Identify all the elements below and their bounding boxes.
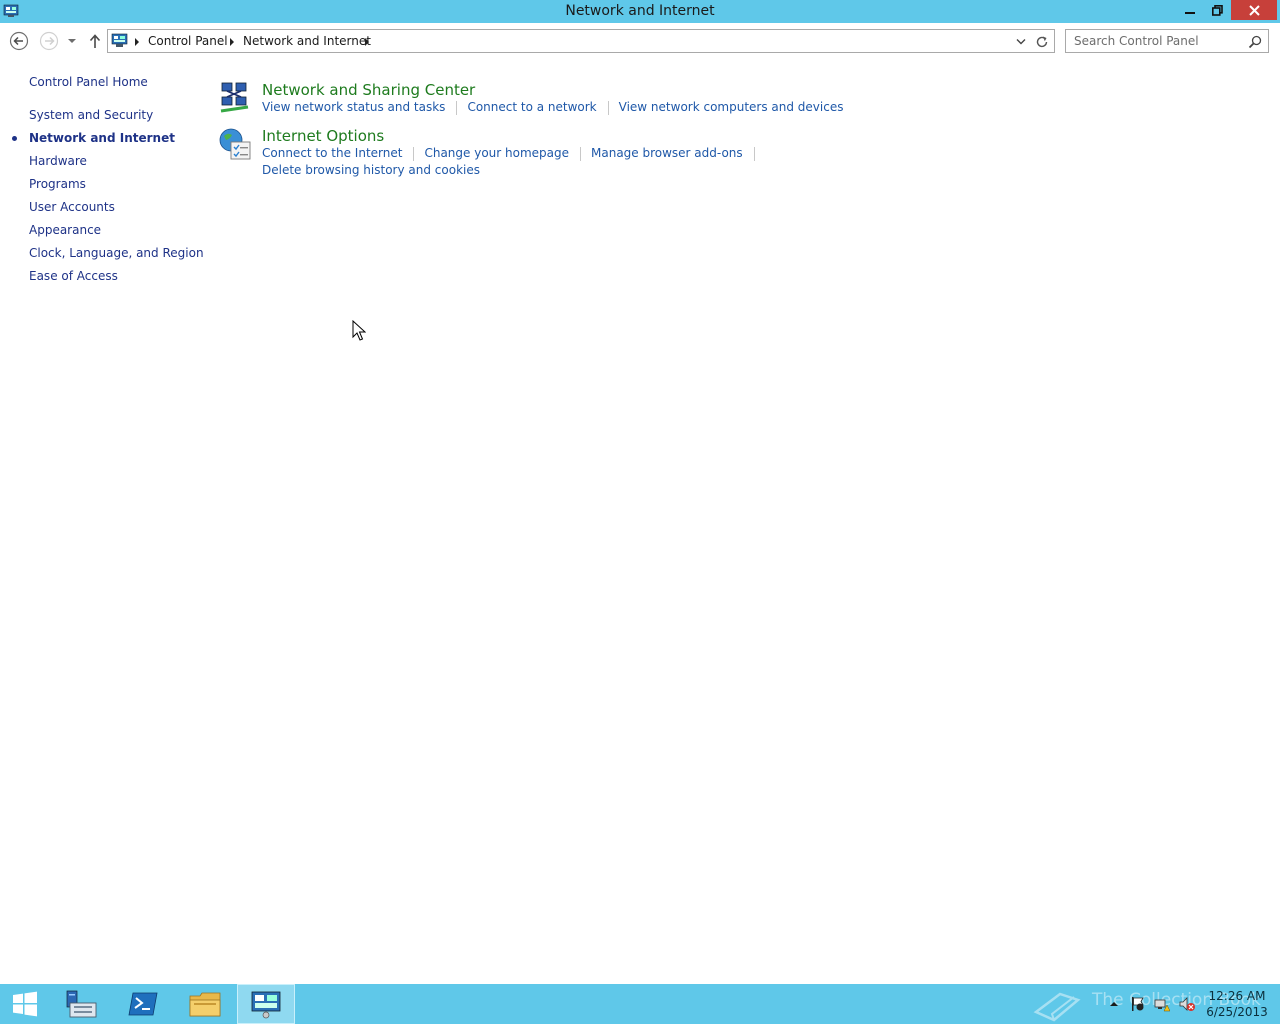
network-sharing-icon[interactable] — [218, 81, 252, 115]
mouse-cursor-icon — [352, 319, 367, 342]
back-arrow-icon — [9, 31, 29, 51]
connect-to-internet-link[interactable]: Connect to the Internet — [262, 146, 402, 160]
taskbar-file-explorer[interactable] — [176, 984, 234, 1024]
restore-icon — [1211, 4, 1223, 16]
search-box[interactable] — [1065, 29, 1269, 53]
window-title: Network and Internet — [565, 3, 715, 19]
nav-appearance[interactable]: Appearance — [29, 223, 101, 237]
chevron-up-icon — [1110, 1002, 1118, 1006]
start-icon — [13, 991, 37, 1017]
task-divider — [456, 100, 458, 115]
taskbar-control-panel[interactable] — [237, 984, 295, 1024]
clock-time: 12:26 AM — [1208, 989, 1266, 1003]
breadcrumb-control-panel[interactable]: Control Panel — [148, 34, 228, 48]
taskbar-server-manager[interactable] — [52, 984, 110, 1024]
volume-muted-icon — [1179, 997, 1195, 1011]
network-sharing-center-link[interactable]: Network and Sharing Center — [262, 81, 475, 99]
tray-action-center[interactable] — [1128, 984, 1148, 1024]
back-button[interactable] — [9, 31, 29, 51]
search-input[interactable] — [1066, 30, 1246, 52]
internet-options-tasks: Connect to the Internet Change your homep… — [262, 146, 765, 161]
nav-control-panel-home[interactable]: Control Panel Home — [29, 75, 148, 89]
tray-network[interactable] — [1152, 984, 1172, 1024]
change-homepage-link[interactable]: Change your homepage — [424, 146, 569, 160]
search-icon[interactable] — [1248, 34, 1262, 49]
view-network-status-link[interactable]: View network status and tasks — [262, 100, 445, 114]
task-divider — [413, 146, 415, 161]
close-button[interactable] — [1231, 0, 1277, 20]
minimize-button[interactable] — [1177, 0, 1203, 20]
action-center-flag-icon — [1132, 997, 1144, 1011]
address-bar[interactable]: Control Panel Network and Internet — [107, 29, 1055, 53]
network-warning-icon — [1154, 999, 1170, 1012]
nav-hardware[interactable]: Hardware — [29, 154, 87, 168]
chevron-down-icon — [68, 39, 76, 43]
breadcrumb-network-and-internet[interactable]: Network and Internet — [243, 34, 371, 48]
recent-locations-button[interactable] — [64, 31, 80, 51]
up-arrow-icon — [89, 34, 101, 48]
server-manager-icon — [66, 990, 97, 1018]
breadcrumb-separator-icon[interactable] — [365, 38, 369, 46]
show-hidden-icons-button[interactable] — [1106, 984, 1122, 1024]
task-divider — [753, 146, 755, 161]
nav-clock-language-region[interactable]: Clock, Language, and Region — [29, 246, 204, 260]
nav-ease-of-access[interactable]: Ease of Access — [29, 269, 118, 283]
file-explorer-icon — [189, 992, 221, 1017]
chevron-down-icon — [1016, 39, 1026, 45]
internet-options-icon[interactable] — [218, 127, 252, 161]
nav-network-and-internet[interactable]: Network and Internet — [29, 131, 175, 145]
taskbar: The Collection Book 12:26 AM 6/25/2013 — [0, 984, 1280, 1024]
task-divider — [580, 146, 581, 161]
delete-browsing-history-link[interactable]: Delete browsing history and cookies — [262, 163, 480, 177]
nav-system-and-security[interactable]: System and Security — [29, 108, 153, 122]
address-dropdown-button[interactable] — [1014, 35, 1028, 49]
internet-options-tasks-line2: Delete browsing history and cookies — [262, 163, 480, 177]
network-sharing-tasks: View network status and tasks Connect to … — [262, 100, 843, 115]
active-bullet-icon — [12, 136, 17, 141]
powershell-icon — [128, 992, 158, 1016]
tray-volume[interactable] — [1176, 984, 1198, 1024]
control-panel-icon — [111, 33, 128, 49]
clock-date: 6/25/2013 — [1206, 1005, 1268, 1019]
taskbar-clock[interactable]: 12:26 AM 6/25/2013 — [1200, 988, 1274, 1020]
forward-button[interactable] — [39, 31, 59, 51]
refresh-button[interactable] — [1034, 34, 1050, 50]
forward-arrow-icon — [39, 31, 59, 51]
refresh-icon — [1036, 36, 1048, 48]
title-bar: Network and Internet — [0, 0, 1280, 23]
connect-to-network-link[interactable]: Connect to a network — [467, 100, 596, 114]
control-panel-icon — [251, 991, 281, 1019]
minimize-icon — [1185, 12, 1195, 14]
view-network-computers-link[interactable]: View network computers and devices — [619, 100, 844, 114]
taskbar-powershell[interactable] — [114, 984, 172, 1024]
breadcrumb-separator-icon[interactable] — [135, 38, 139, 46]
start-button[interactable] — [0, 984, 50, 1024]
internet-options-link[interactable]: Internet Options — [262, 127, 384, 145]
nav-user-accounts[interactable]: User Accounts — [29, 200, 115, 214]
restore-button[interactable] — [1204, 0, 1230, 20]
nav-programs[interactable]: Programs — [29, 177, 86, 191]
book-watermark-icon — [1033, 992, 1081, 1022]
manage-addons-link[interactable]: Manage browser add-ons — [591, 146, 743, 160]
close-icon — [1248, 4, 1260, 16]
task-divider — [607, 100, 609, 115]
up-button[interactable] — [85, 31, 105, 51]
navigation-bar: Control Panel Network and Internet — [0, 23, 1280, 59]
breadcrumb-separator-icon[interactable] — [230, 38, 234, 46]
